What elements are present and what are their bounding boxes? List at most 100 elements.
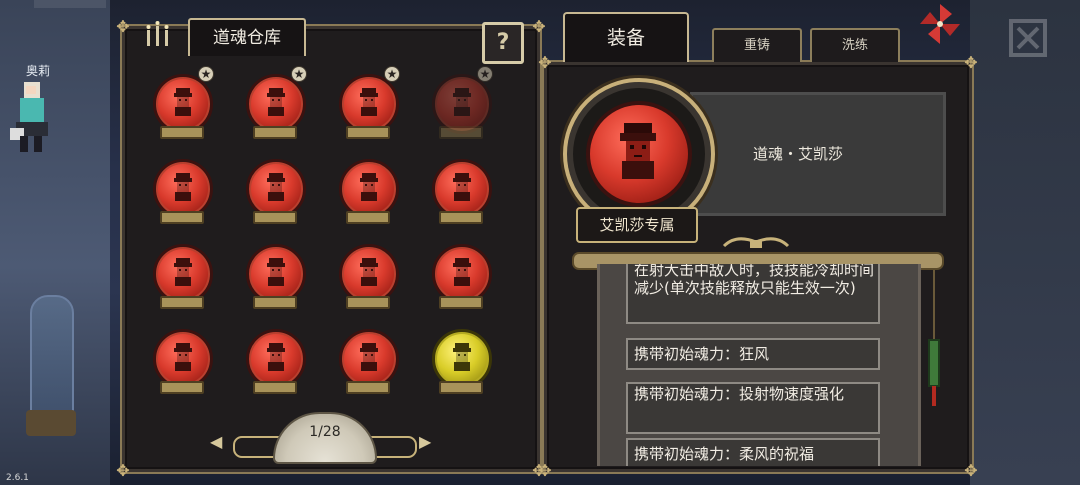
orb-stand bbox=[253, 381, 297, 394]
star-icon: ★ bbox=[384, 66, 400, 82]
corner-ornament: ✥ bbox=[964, 53, 978, 72]
soul-slot[interactable] bbox=[334, 240, 399, 309]
corner-ornament: ✥ bbox=[538, 461, 552, 480]
flourish-ornament bbox=[722, 237, 790, 248]
tab-equip[interactable]: 装备 bbox=[563, 12, 689, 62]
version-label: 2.6.1 bbox=[6, 473, 29, 483]
soul-slot[interactable] bbox=[148, 325, 213, 394]
orb-stand bbox=[253, 296, 297, 309]
star-icon: ★ bbox=[291, 66, 307, 82]
tassel-ornament bbox=[928, 270, 940, 406]
soul-portrait-icon bbox=[267, 343, 285, 371]
soul-slot[interactable]: ★ bbox=[334, 66, 400, 139]
tab-refine[interactable]: 洗练 bbox=[810, 28, 900, 62]
orb-stand bbox=[346, 211, 390, 224]
soul-portrait-icon bbox=[267, 258, 285, 286]
orb-stand bbox=[439, 296, 483, 309]
soul-slot[interactable] bbox=[241, 155, 306, 224]
orb-stand bbox=[160, 126, 204, 139]
orb-stand bbox=[253, 126, 297, 139]
soul-grid: ★ ★ ★ ★ bbox=[148, 66, 508, 410]
tab-recast[interactable]: 重铸 bbox=[712, 28, 802, 62]
arrow-left-icon[interactable]: ◀ bbox=[210, 432, 222, 451]
affix-list[interactable]: 在射大击中敌人时，技技能冷却时间减少(单次技能释放只能生效一次) 携带初始魂力：… bbox=[597, 264, 921, 466]
star-icon: ★ bbox=[198, 66, 214, 82]
soul-orb bbox=[246, 244, 306, 304]
orb-stand bbox=[439, 211, 483, 224]
arrow-right-icon[interactable]: ▶ bbox=[419, 432, 431, 451]
soul-portrait-icon bbox=[360, 258, 378, 286]
tab-soul-warehouse[interactable]: 道魂仓库 bbox=[188, 18, 306, 56]
soul-slot[interactable]: ★ bbox=[148, 66, 214, 139]
soul-slot[interactable] bbox=[148, 240, 213, 309]
item-name-box: 道魂・艾凯莎 bbox=[690, 92, 946, 216]
soul-orb bbox=[153, 244, 213, 304]
orb-stand bbox=[160, 381, 204, 394]
soul-portrait-icon bbox=[360, 343, 378, 371]
affix-item: 在射大击中敌人时，技技能冷却时间减少(单次技能释放只能生效一次) bbox=[626, 264, 880, 324]
soul-slot[interactable]: ★ bbox=[241, 66, 307, 139]
orb-stand bbox=[253, 211, 297, 224]
soul-slot[interactable] bbox=[334, 325, 399, 394]
soul-slot[interactable] bbox=[427, 240, 492, 309]
soul-orb bbox=[339, 329, 399, 389]
soul-orb bbox=[153, 329, 213, 389]
npc-name: 奥莉 bbox=[26, 64, 51, 78]
soul-orb bbox=[339, 244, 399, 304]
equipped-soul-orb bbox=[586, 101, 692, 207]
orb-stand bbox=[160, 211, 204, 224]
corner-ornament: ✥ bbox=[116, 17, 130, 36]
soul-portrait-icon bbox=[174, 258, 192, 286]
soul-portrait-icon bbox=[360, 173, 378, 201]
fan-page-indicator: 1/28 bbox=[273, 412, 377, 464]
soul-slot[interactable] bbox=[148, 155, 213, 224]
orb-stand bbox=[439, 126, 483, 139]
orb-stand bbox=[346, 126, 390, 139]
soul-orb bbox=[246, 329, 306, 389]
soul-orb bbox=[432, 74, 492, 134]
soul-orb bbox=[246, 159, 306, 219]
soul-slot[interactable] bbox=[427, 325, 492, 394]
soul-orb bbox=[432, 159, 492, 219]
soul-portrait-icon bbox=[453, 173, 471, 201]
pinwheel-icon[interactable] bbox=[918, 2, 962, 46]
affix-item: 携带初始魂力：柔风的祝福 bbox=[626, 438, 880, 466]
help-button[interactable]: ? bbox=[482, 22, 524, 64]
affix-item: 携带初始魂力：狂风 bbox=[626, 338, 880, 370]
soul-orb bbox=[246, 74, 306, 134]
soul-slot[interactable] bbox=[241, 240, 306, 309]
corner-ornament: ✥ bbox=[964, 461, 978, 480]
soul-portrait-icon bbox=[174, 88, 192, 116]
corner-ornament: ✥ bbox=[116, 461, 130, 480]
soul-orb bbox=[339, 74, 399, 134]
gold-soul-orb bbox=[432, 329, 492, 389]
npc-sprite bbox=[10, 82, 48, 152]
orb-stand bbox=[346, 381, 390, 394]
item-name: 道魂・艾凯莎 bbox=[753, 145, 844, 163]
soul-portrait-icon bbox=[267, 173, 285, 201]
soul-portrait-icon bbox=[453, 343, 471, 371]
soul-orb bbox=[432, 244, 492, 304]
glass-tank bbox=[30, 295, 74, 419]
soul-portrait-icon bbox=[360, 88, 378, 116]
soul-orb bbox=[153, 159, 213, 219]
corner-ornament: ✥ bbox=[538, 53, 552, 72]
soul-slot[interactable]: ★ bbox=[427, 66, 493, 139]
tank-base bbox=[26, 410, 76, 436]
exclusive-tag: 艾凯莎专属 bbox=[576, 207, 698, 243]
soul-portrait-icon bbox=[620, 123, 656, 179]
soul-slot[interactable] bbox=[241, 325, 306, 394]
soul-portrait-icon bbox=[267, 88, 285, 116]
corner-ornament: ✥ bbox=[532, 17, 546, 36]
soul-slot[interactable] bbox=[334, 155, 399, 224]
top-sign bbox=[34, 0, 106, 8]
affix-item: 携带初始魂力：投射物速度强化 bbox=[626, 382, 880, 434]
pager: ◀ 1/28 ▶ bbox=[205, 412, 445, 464]
soul-slot[interactable] bbox=[427, 155, 492, 224]
orb-stand bbox=[439, 381, 483, 394]
soul-portrait-icon bbox=[174, 173, 192, 201]
soul-portrait-icon bbox=[453, 88, 471, 116]
soul-orb bbox=[153, 74, 213, 134]
close-icon[interactable] bbox=[1008, 18, 1048, 58]
orb-stand bbox=[346, 296, 390, 309]
